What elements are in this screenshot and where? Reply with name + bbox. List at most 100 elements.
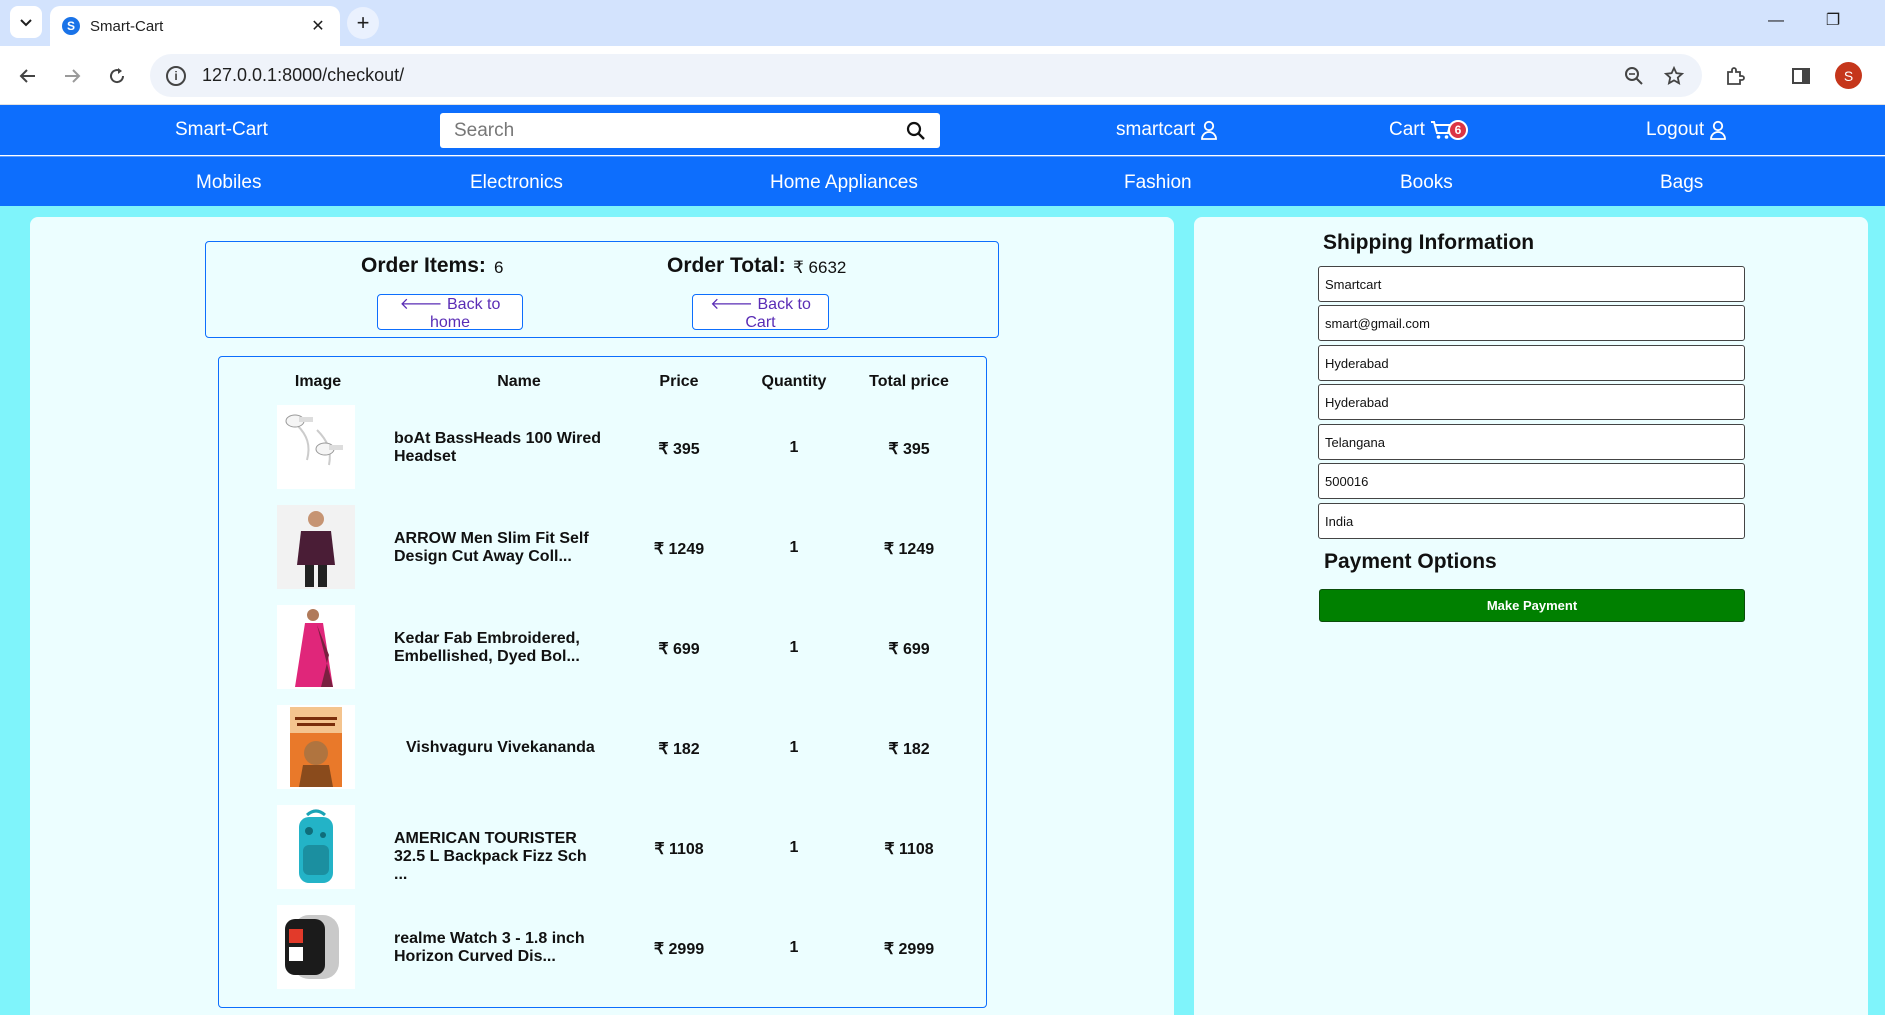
- browser-toolbar: i 127.0.0.1:8000/checkout/ S: [0, 46, 1885, 105]
- product-name: realme Watch 3 - 1.8 inch Horizon Curved…: [394, 930, 585, 965]
- zipcode-field[interactable]: [1318, 463, 1745, 499]
- product-total: ₹ 2999: [883, 941, 935, 958]
- category-home-appliances[interactable]: Home Appliances: [770, 172, 918, 194]
- extensions-icon[interactable]: [1719, 60, 1751, 92]
- table-row: realme Watch 3 - 1.8 inch Horizon Curved…: [219, 905, 986, 1005]
- category-nav: Mobiles Electronics Home Appliances Fash…: [0, 156, 1885, 206]
- bookmark-star-icon[interactable]: [1654, 56, 1694, 96]
- back-arrow-icon[interactable]: [12, 60, 44, 92]
- table-row: ARROW Men Slim Fit Self Design Cut Away …: [219, 505, 986, 605]
- product-name: Kedar Fab Embroidered, Embellished, Dyed…: [394, 630, 580, 665]
- side-panel-icon[interactable]: [1785, 60, 1817, 92]
- column-header-total-price: Total price: [869, 373, 949, 390]
- account-label: smartcart: [1116, 119, 1196, 140]
- tab-search-button[interactable]: [10, 6, 42, 38]
- cart-link[interactable]: Cart 6: [1389, 119, 1468, 141]
- name-field[interactable]: [1318, 266, 1745, 302]
- earphones-image: [277, 405, 355, 489]
- watch-image: [277, 905, 355, 989]
- browser-tab[interactable]: S Smart-Cart ✕: [50, 6, 340, 46]
- email-field[interactable]: [1318, 305, 1745, 341]
- back-to-home-button[interactable]: 🡐 Back to home: [377, 294, 523, 331]
- category-electronics[interactable]: Electronics: [470, 172, 563, 194]
- search-bar: [440, 113, 940, 148]
- column-header-name: Name: [497, 373, 541, 390]
- product-total: ₹ 1249: [883, 541, 935, 558]
- product-price: ₹ 699: [658, 641, 700, 658]
- cart-count-badge: 6: [1447, 120, 1468, 140]
- site-info-icon[interactable]: i: [166, 65, 186, 86]
- product-total: ₹ 1108: [884, 841, 934, 858]
- product-price: ₹ 1108: [654, 841, 704, 858]
- product-quantity: 1: [789, 639, 799, 656]
- product-name: Vishvaguru Vivekananda: [406, 739, 595, 756]
- order-summary: Order Items: 6 Order Total: ₹ 6632 🡐 Bac…: [205, 241, 999, 338]
- backpack-image: [277, 805, 355, 889]
- product-quantity: 1: [789, 739, 799, 756]
- product-name: ARROW Men Slim Fit Self Design Cut Away …: [394, 530, 589, 565]
- product-price: ₹ 182: [658, 741, 700, 758]
- address-bar[interactable]: i 127.0.0.1:8000/checkout/: [150, 54, 1702, 97]
- category-fashion[interactable]: Fashion: [1124, 172, 1192, 194]
- table-row: AMERICAN TOURISTER 32.5 L Backpack Fizz …: [219, 805, 986, 905]
- saree-image: [277, 605, 355, 689]
- restore-icon[interactable]: ❐: [1818, 8, 1848, 34]
- back-to-cart-button[interactable]: 🡐 Back to Cart: [692, 294, 829, 331]
- order-items-value: 6: [494, 258, 504, 277]
- shirt-image: [277, 505, 355, 589]
- logout-label: Logout: [1646, 119, 1705, 140]
- order-total-label: Order Total:: [667, 254, 786, 277]
- product-price: ₹ 395: [658, 441, 700, 458]
- reload-icon[interactable]: [101, 60, 133, 92]
- favicon-icon: S: [62, 17, 80, 35]
- profile-avatar[interactable]: S: [1835, 62, 1862, 89]
- category-books[interactable]: Books: [1400, 172, 1453, 194]
- product-total: ₹ 182: [888, 741, 930, 758]
- city-field[interactable]: [1318, 384, 1745, 420]
- product-quantity: 1: [789, 439, 799, 456]
- shipping-title: Shipping Information: [1323, 231, 1535, 254]
- table-row: Vishvaguru Vivekananda ₹ 182 1 ₹ 182: [219, 705, 986, 805]
- column-header-price: Price: [659, 373, 699, 390]
- book-image: [277, 705, 355, 789]
- user-icon: [1710, 120, 1727, 140]
- account-link[interactable]: smartcart: [1116, 119, 1218, 141]
- product-price: ₹ 2999: [653, 941, 705, 958]
- order-items-table: Image Name Price Quantity Total price bo…: [218, 356, 987, 1008]
- category-mobiles[interactable]: Mobiles: [196, 172, 261, 194]
- product-name: boAt BassHeads 100 Wired Headset: [394, 430, 602, 465]
- product-quantity: 1: [789, 939, 799, 956]
- product-total: ₹ 699: [888, 641, 930, 658]
- browser-tabstrip: S Smart-Cart ✕ + — ❐: [0, 0, 1885, 46]
- search-icon[interactable]: [906, 121, 926, 141]
- zoom-icon[interactable]: [1614, 56, 1654, 96]
- order-total-value: ₹ 6632: [793, 258, 847, 277]
- cart-label: Cart: [1389, 119, 1425, 140]
- product-name: AMERICAN TOURISTER 32.5 L Backpack Fizz …: [394, 830, 587, 883]
- new-tab-button[interactable]: +: [347, 7, 379, 39]
- search-input[interactable]: [454, 119, 906, 142]
- product-price: ₹ 1249: [653, 541, 705, 558]
- category-bags[interactable]: Bags: [1660, 172, 1703, 194]
- order-items-label: Order Items:: [361, 254, 486, 277]
- column-header-quantity: Quantity: [761, 373, 827, 390]
- column-header-image: Image: [294, 373, 342, 390]
- minimize-icon[interactable]: —: [1761, 8, 1791, 34]
- state-field[interactable]: [1318, 424, 1745, 460]
- product-quantity: 1: [789, 839, 799, 856]
- tab-title: Smart-Cart: [90, 17, 164, 35]
- brand-link[interactable]: Smart-Cart: [175, 119, 268, 141]
- product-quantity: 1: [789, 539, 799, 556]
- tab-close-icon[interactable]: ✕: [308, 16, 328, 36]
- country-field[interactable]: [1318, 503, 1745, 539]
- table-row: Kedar Fab Embroidered, Embellished, Dyed…: [219, 605, 986, 705]
- product-total: ₹ 395: [888, 441, 930, 458]
- logout-link[interactable]: Logout: [1646, 119, 1727, 141]
- forward-arrow-icon[interactable]: [56, 60, 88, 92]
- url-text: 127.0.0.1:8000/checkout/: [202, 65, 405, 85]
- payment-options-title: Payment Options: [1324, 550, 1497, 573]
- chevron-down-icon: [20, 19, 32, 27]
- table-row: boAt BassHeads 100 Wired Headset ₹ 395 1…: [219, 405, 986, 505]
- address-field[interactable]: [1318, 345, 1745, 381]
- make-payment-button[interactable]: Make Payment: [1319, 589, 1745, 622]
